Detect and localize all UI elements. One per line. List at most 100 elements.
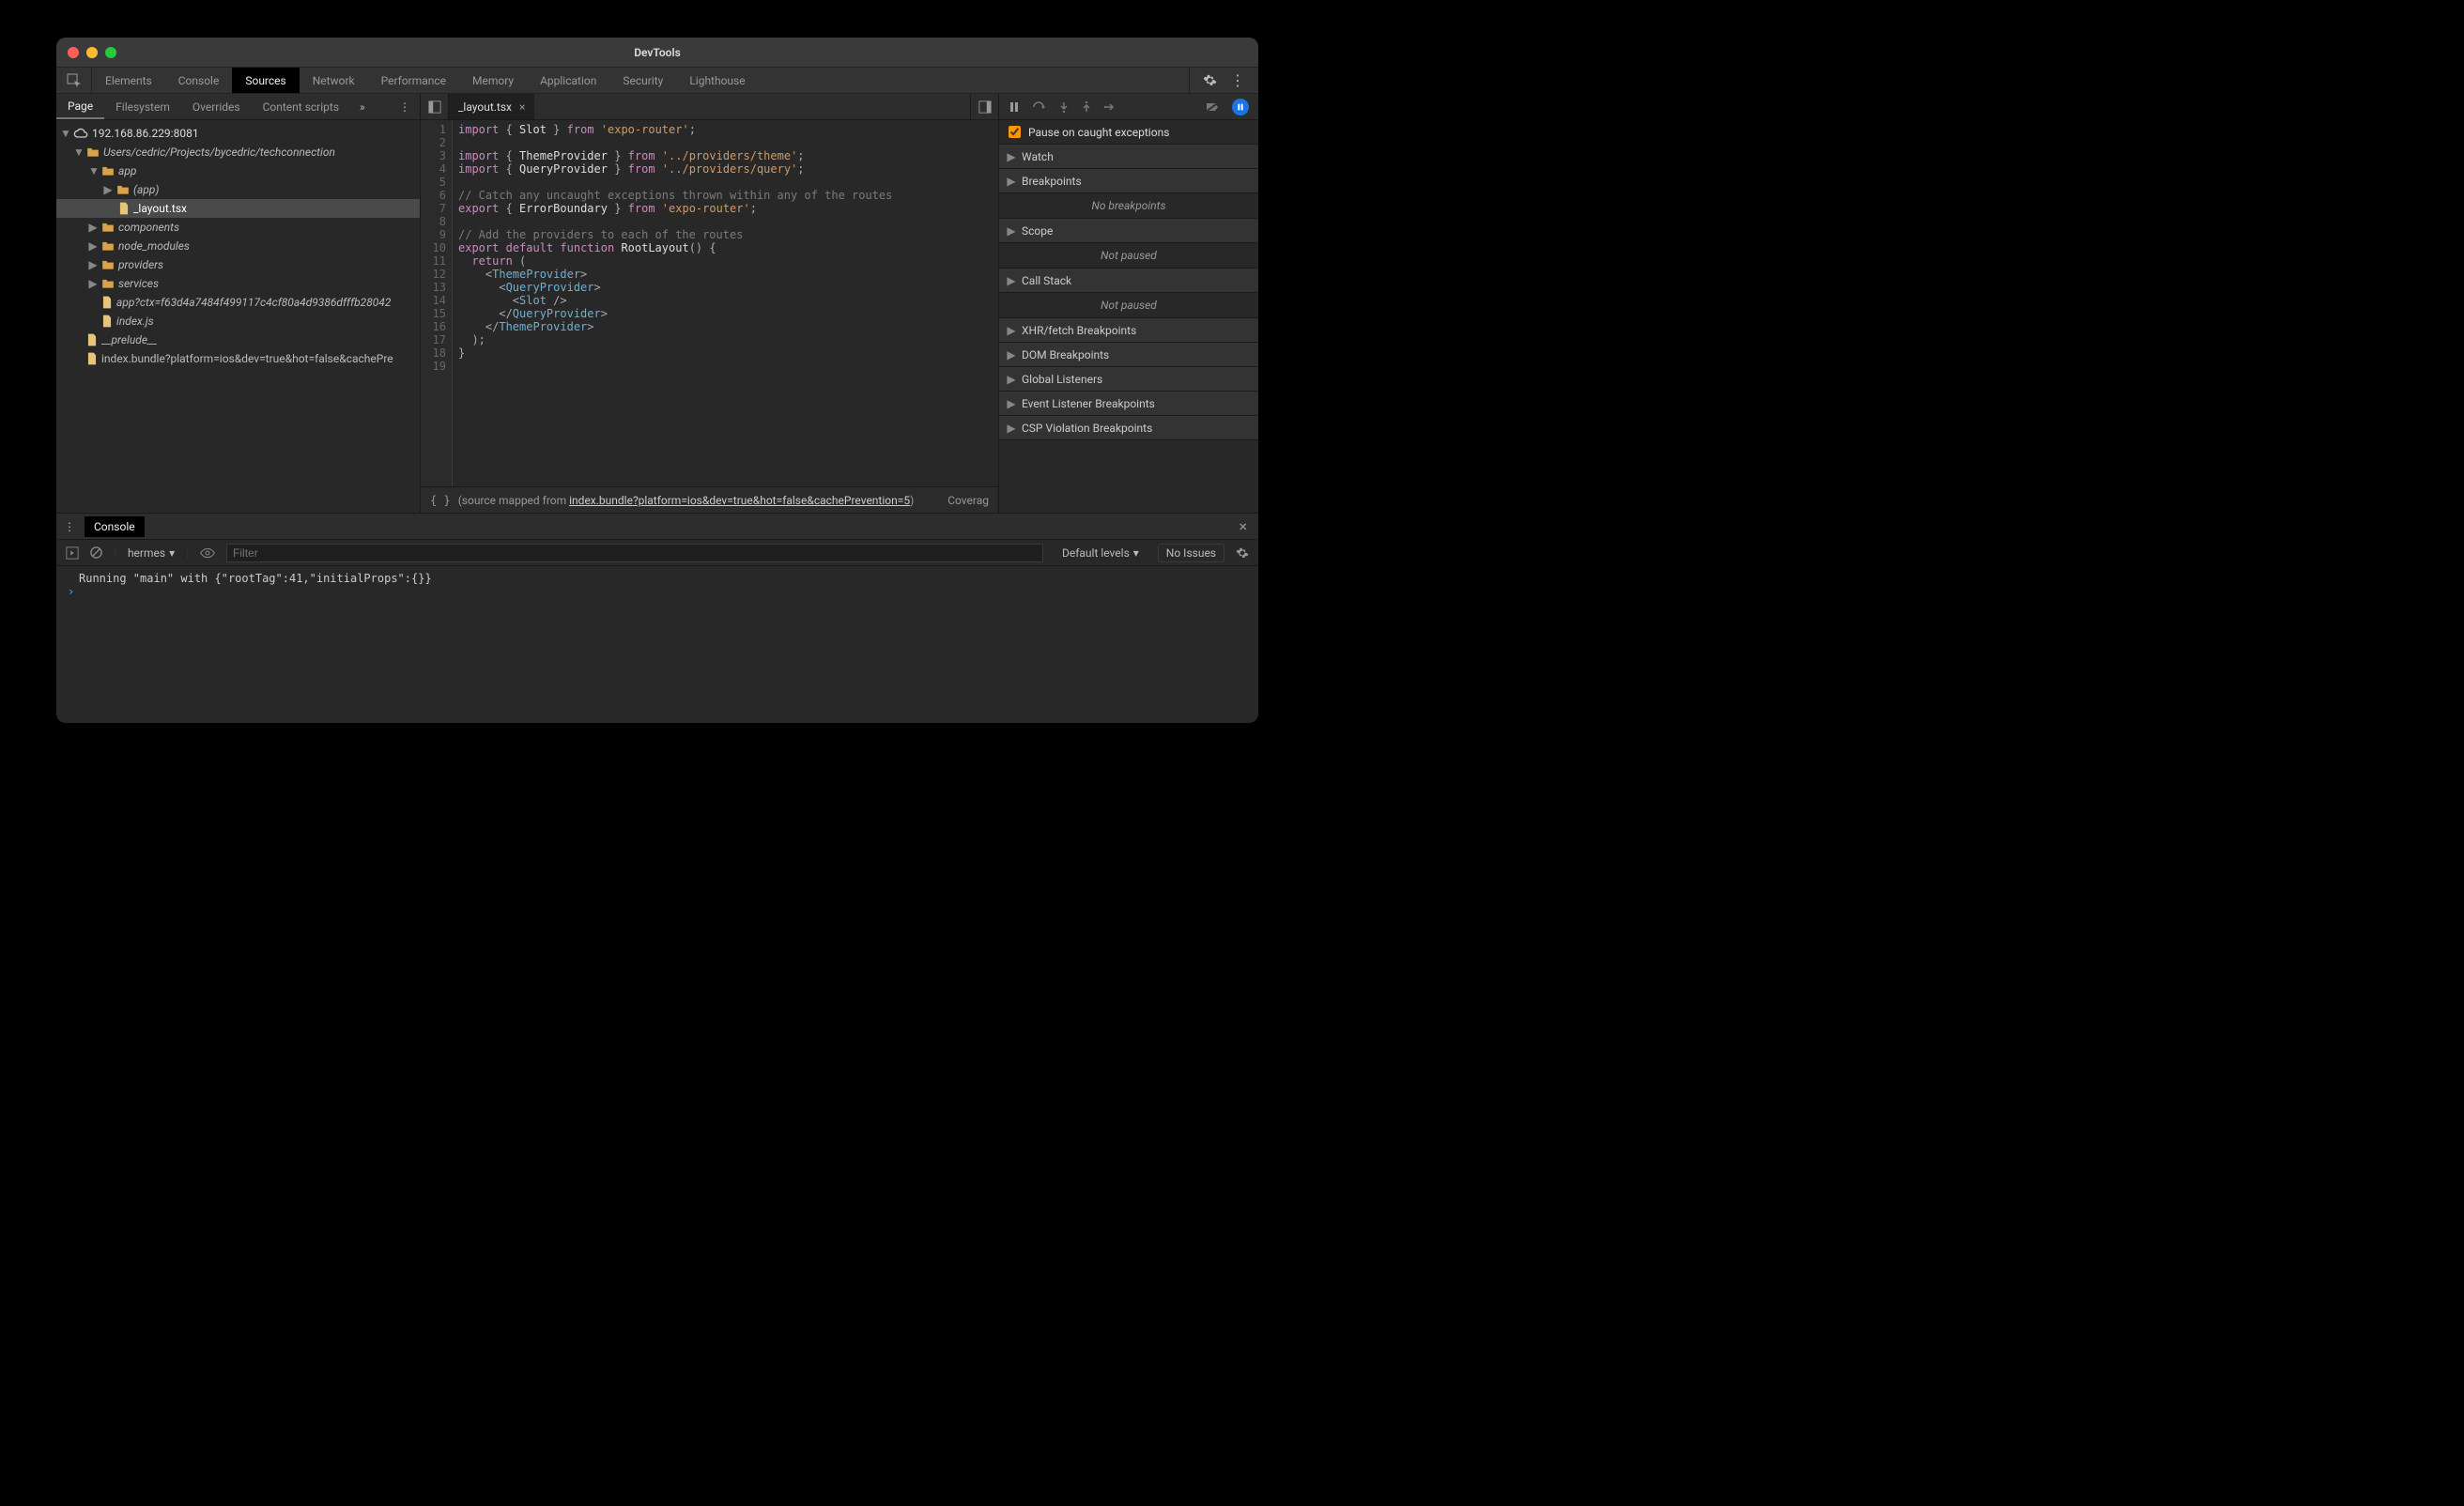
debug-section-event-listener-breakpoints[interactable]: ▶Event Listener Breakpoints — [999, 392, 1258, 416]
nav-subtab-page[interactable]: Page — [56, 94, 104, 119]
drawer-tab-console[interactable]: Console — [85, 516, 145, 537]
debug-section-dom-breakpoints[interactable]: ▶DOM Breakpoints — [999, 343, 1258, 367]
debug-section-xhr-fetch-breakpoints[interactable]: ▶XHR/fetch Breakpoints — [999, 318, 1258, 343]
console-settings-icon[interactable] — [1236, 546, 1249, 560]
inspect-element-icon[interactable] — [56, 68, 92, 93]
debug-section-global-listeners[interactable]: ▶Global Listeners — [999, 367, 1258, 392]
execution-context-selector[interactable]: hermes ▾ — [128, 546, 175, 560]
folder-label: node_modules — [118, 239, 190, 253]
pretty-print-icon[interactable]: { } — [430, 494, 451, 507]
step-over-icon[interactable] — [1033, 101, 1046, 113]
tree-host-row[interactable]: ▼ 192.168.86.229:8081 — [56, 124, 420, 143]
folder-icon — [86, 146, 100, 158]
devtools-window: DevTools ElementsConsoleSourcesNetworkPe… — [56, 38, 1258, 723]
debug-section-csp-violation-breakpoints[interactable]: ▶CSP Violation Breakpoints — [999, 416, 1258, 440]
main-tab-security[interactable]: Security — [609, 68, 676, 93]
kebab-menu-icon[interactable]: ⋮ — [1230, 73, 1245, 88]
folder-icon — [101, 165, 115, 177]
main-tab-network[interactable]: Network — [300, 68, 368, 93]
live-expression-icon[interactable] — [200, 547, 215, 559]
debugger-panel: Pause on caught exceptions ▶Watch▶Breakp… — [999, 94, 1258, 513]
workspace: PageFilesystemOverridesContent scripts »… — [56, 94, 1258, 513]
debug-section-body: Not paused — [999, 243, 1258, 269]
log-levels-selector[interactable]: Default levels ▾ — [1055, 545, 1147, 561]
pause-on-caught-checkbox[interactable] — [1009, 126, 1021, 138]
editor-tab-layout[interactable]: _layout.tsx × — [449, 94, 534, 119]
console-output[interactable]: Running "main" with {"rootTag":41,"initi… — [56, 566, 1258, 723]
step-into-icon[interactable] — [1059, 101, 1069, 113]
window-title: DevTools — [56, 46, 1258, 59]
debug-section-watch[interactable]: ▶Watch — [999, 145, 1258, 169]
main-tabstrip: ElementsConsoleSourcesNetworkPerformance… — [56, 68, 1258, 94]
main-tab-elements[interactable]: Elements — [92, 68, 165, 93]
file-icon — [86, 352, 98, 365]
context-label: hermes — [128, 546, 165, 560]
cloud-icon — [73, 128, 88, 139]
source-map-link[interactable]: index.bundle?platform=ios&dev=true&hot=f… — [569, 494, 910, 507]
navigator-kebab-icon[interactable]: ⋮ — [399, 100, 410, 114]
tree-folder-node_modules[interactable]: ▶ node_modules — [56, 237, 420, 255]
project-path-label: Users/cedric/Projects/bycedric/techconne… — [103, 146, 335, 159]
tree-file-indexbundle[interactable]: index.bundle?platform=ios&dev=true&hot=f… — [56, 349, 420, 368]
pause-icon[interactable] — [1009, 101, 1020, 113]
debug-section-body: No breakpoints — [999, 193, 1258, 219]
titlebar: DevTools — [56, 38, 1258, 68]
pause-on-caught-checkbox-row[interactable]: Pause on caught exceptions — [999, 120, 1258, 145]
toggle-debugger-icon[interactable] — [970, 94, 998, 119]
close-tab-icon[interactable]: × — [519, 100, 525, 114]
main-tab-console[interactable]: Console — [165, 68, 233, 93]
debugger-toolbar — [999, 94, 1258, 120]
debug-section-call-stack[interactable]: ▶Call Stack — [999, 269, 1258, 293]
clear-console-icon[interactable] — [90, 546, 102, 559]
folder-icon — [116, 184, 130, 195]
tree-folder-services[interactable]: ▶ services — [56, 274, 420, 293]
console-drawer: ⋮ Console × | hermes ▾ | Default levels … — [56, 513, 1258, 723]
tree-file-prelude[interactable]: __prelude__ — [56, 330, 420, 349]
console-sidebar-toggle-icon[interactable] — [66, 546, 79, 560]
file-tree: ▼ 192.168.86.229:8081 ▼ Users/cedric/Pro… — [56, 120, 420, 513]
drawer-close-icon[interactable]: × — [1235, 517, 1251, 535]
code-editor[interactable]: 12345678910111213141516171819 import { S… — [421, 120, 998, 486]
tree-file-appctx[interactable]: app?ctx=f63d4a7484f499117c4cf80a4d9386df… — [56, 293, 420, 312]
pause-on-exceptions-icon[interactable] — [1232, 99, 1249, 115]
tree-folder-components[interactable]: ▶ components — [56, 218, 420, 237]
tree-folder-providers[interactable]: ▶ providers — [56, 255, 420, 274]
source-map-prefix: (source mapped from — [458, 494, 569, 507]
tree-folder-app[interactable]: ▼ app — [56, 161, 420, 180]
main-tab-lighthouse[interactable]: Lighthouse — [676, 68, 758, 93]
tree-file-layout[interactable]: _layout.tsx — [56, 199, 420, 218]
console-prompt[interactable]: › — [68, 585, 1247, 598]
nav-subtab-content-scripts[interactable]: Content scripts — [252, 94, 350, 119]
main-tab-sources[interactable]: Sources — [232, 68, 299, 93]
file-label: _layout.tsx — [133, 202, 187, 215]
navigator-more-icon[interactable]: » — [350, 94, 375, 119]
navigator-subtabs: PageFilesystemOverridesContent scripts »… — [56, 94, 420, 120]
drawer-kebab-icon[interactable]: ⋮ — [64, 520, 75, 533]
file-icon — [101, 315, 113, 328]
tree-folder-(app)[interactable]: ▶ (app) — [56, 180, 420, 199]
tree-project-row[interactable]: ▼ Users/cedric/Projects/bycedric/techcon… — [56, 143, 420, 161]
folder-icon — [101, 259, 115, 270]
deactivate-breakpoints-icon[interactable] — [1206, 101, 1219, 113]
console-filter-input[interactable] — [226, 544, 1043, 562]
editor-tab-label: _layout.tsx — [458, 100, 512, 114]
step-icon[interactable] — [1104, 102, 1116, 112]
step-out-icon[interactable] — [1082, 101, 1091, 113]
toggle-navigator-icon[interactable] — [421, 94, 449, 119]
main-tab-performance[interactable]: Performance — [368, 68, 459, 93]
main-tabs: ElementsConsoleSourcesNetworkPerformance… — [92, 68, 759, 93]
main-tab-application[interactable]: Application — [527, 68, 609, 93]
debug-section-scope[interactable]: ▶Scope — [999, 219, 1258, 243]
folder-label: app — [118, 164, 136, 177]
main-tab-memory[interactable]: Memory — [459, 68, 527, 93]
tree-file-indexjs[interactable]: index.js — [56, 312, 420, 330]
nav-subtab-filesystem[interactable]: Filesystem — [104, 94, 181, 119]
settings-icon[interactable] — [1203, 73, 1217, 87]
coverage-label[interactable]: Coverag — [947, 494, 989, 507]
debug-section-breakpoints[interactable]: ▶Breakpoints — [999, 169, 1258, 193]
console-toolbar: | hermes ▾ | Default levels ▾ No Issues — [56, 540, 1258, 566]
nav-subtab-overrides[interactable]: Overrides — [181, 94, 252, 119]
issues-button[interactable]: No Issues — [1158, 544, 1224, 562]
folder-label: (app) — [133, 183, 159, 196]
file-icon — [118, 202, 130, 215]
